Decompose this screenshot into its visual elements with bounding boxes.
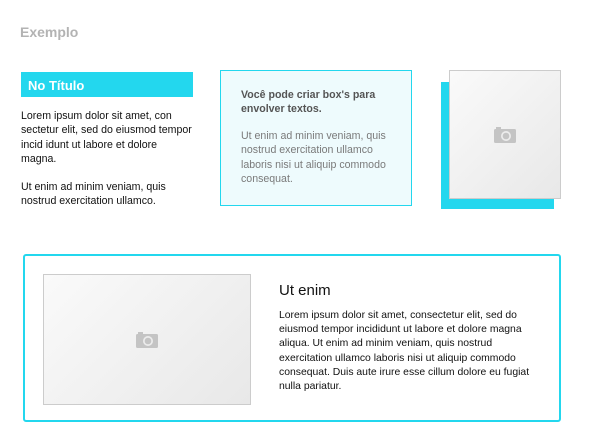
section-heading: No Título: [21, 72, 193, 97]
image-placeholder: [449, 70, 561, 199]
info-box: Você pode criar box's para envolver text…: [220, 70, 412, 206]
column-titled-text: No Título Lorem ipsum dolor sit amet, co…: [21, 72, 193, 208]
page-title: Exemplo: [20, 24, 79, 40]
feature-title: Ut enim: [279, 282, 331, 299]
paragraph: Lorem ipsum dolor sit amet, con sectetur…: [21, 110, 192, 166]
camera-icon: [136, 331, 158, 348]
camera-icon: [494, 126, 516, 143]
image-placeholder: [43, 274, 251, 405]
info-box-text: Ut enim ad minim veniam, quis nostrud ex…: [241, 129, 386, 186]
feature-box: Ut enim Lorem ipsum dolor sit amet, cons…: [23, 254, 561, 422]
feature-text: Lorem ipsum dolor sit amet, consectetur …: [279, 310, 530, 393]
info-box-title: Você pode criar box's para envolver text…: [241, 89, 376, 116]
paragraph: Ut enim ad minim veniam, quis nostrud ex…: [21, 180, 166, 208]
